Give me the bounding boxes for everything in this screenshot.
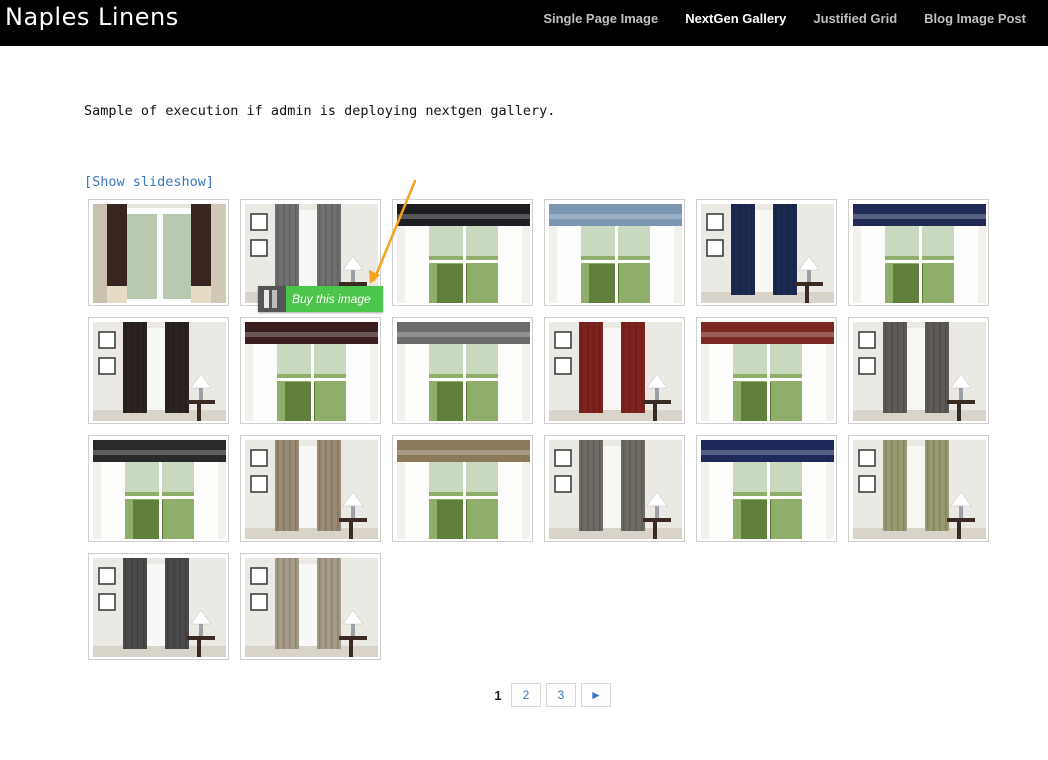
curtain-photo-image <box>701 322 834 421</box>
gallery-thumbnail[interactable] <box>392 317 533 424</box>
curtain-photo-image <box>245 322 378 421</box>
nav-item-nextgen-gallery[interactable]: NextGen Gallery <box>685 11 786 26</box>
gallery-thumbnail[interactable] <box>696 199 837 306</box>
curtain-photo-image <box>701 440 834 539</box>
buy-this-image-button[interactable]: Buy this image <box>258 286 383 312</box>
gallery-thumbnail[interactable] <box>848 435 989 542</box>
show-slideshow-link[interactable]: [Show slideshow] <box>84 174 214 190</box>
curtain-photo-image <box>93 558 226 657</box>
gallery-thumbnail[interactable] <box>88 199 229 306</box>
page-link-3[interactable]: 3 <box>546 683 576 707</box>
gallery-thumbnail[interactable] <box>88 317 229 424</box>
curtain-photo-image <box>701 204 834 303</box>
gallery-thumbnail[interactable] <box>240 317 381 424</box>
gallery-thumbnail[interactable] <box>544 199 685 306</box>
gallery-thumbnail[interactable] <box>392 435 533 542</box>
curtain-photo-image <box>93 204 226 303</box>
page-link-2[interactable]: 2 <box>511 683 541 707</box>
nav-item-justified-grid[interactable]: Justified Grid <box>813 11 897 26</box>
gallery-thumbnail[interactable] <box>848 199 989 306</box>
nav-item-blog-image-post[interactable]: Blog Image Post <box>924 11 1026 26</box>
gallery-thumbnail[interactable] <box>544 317 685 424</box>
curtain-photo-image <box>853 204 986 303</box>
next-page-button[interactable]: ► <box>581 683 611 707</box>
gallery-thumbnail[interactable] <box>88 435 229 542</box>
curtain-photo-image <box>93 322 226 421</box>
curtain-photo-image <box>549 322 682 421</box>
top-navigation-bar: Naples Linens Single Page Image NextGen … <box>0 0 1048 46</box>
current-page: 1 <box>494 687 502 703</box>
curtain-photo-image <box>853 440 986 539</box>
curtain-photo-image <box>93 440 226 539</box>
curtain-photo-image <box>853 322 986 421</box>
gallery-thumbnail[interactable] <box>240 553 381 660</box>
gallery-thumbnail[interactable] <box>848 317 989 424</box>
curtain-photo-image <box>549 204 682 303</box>
curtain-photo-image <box>549 440 682 539</box>
gallery-thumbnail[interactable] <box>696 435 837 542</box>
gallery-thumbnail[interactable] <box>240 435 381 542</box>
curtain-photo-image <box>397 204 530 303</box>
gallery-thumbnail[interactable] <box>88 553 229 660</box>
nav-item-single-page-image[interactable]: Single Page Image <box>543 11 658 26</box>
pagination: 1 2 3 ► <box>490 683 611 707</box>
gallery-thumbnail[interactable] <box>544 435 685 542</box>
intro-text: Sample of execution if admin is deployin… <box>84 103 556 119</box>
gallery-thumbnail[interactable] <box>392 199 533 306</box>
curtain-photo-image <box>397 440 530 539</box>
curtain-photo-image <box>245 558 378 657</box>
main-nav: Single Page Image NextGen Gallery Justif… <box>543 11 1026 26</box>
pause-icon <box>258 286 286 312</box>
curtain-photo-image <box>397 322 530 421</box>
site-title[interactable]: Naples Linens <box>5 3 179 31</box>
curtain-photo-image <box>245 440 378 539</box>
buy-button-label: Buy this image <box>286 286 383 312</box>
gallery-thumbnail[interactable] <box>696 317 837 424</box>
